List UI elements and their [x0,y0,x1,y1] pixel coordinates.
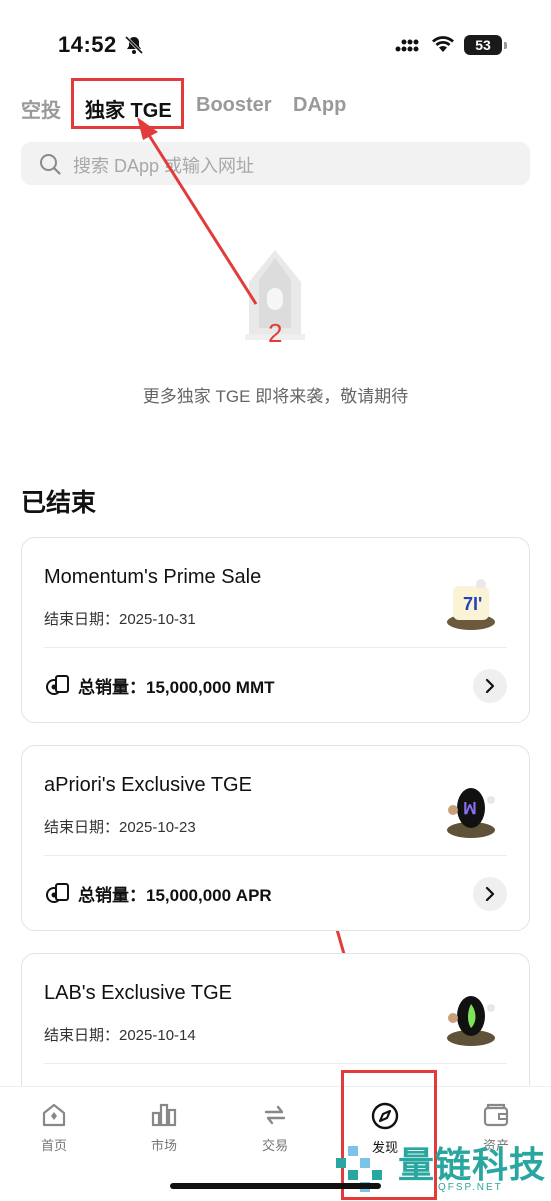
watermark-text: 量链科技 [398,1144,547,1185]
chevron-right-icon [485,886,495,902]
nav-label: 首页 [40,1138,67,1153]
search-input[interactable]: 搜索 DApp 或输入网址 [73,152,254,178]
svg-text:ꟽ: ꟽ [463,801,477,818]
tge-card[interactable]: aPriori's Exclusive TGE 结束日期：2025-10-23 … [21,745,530,931]
card-total-sales: 总销量：15,000,000 APR [78,886,272,905]
card-end-date: 结束日期：2025-10-14 [44,1027,196,1044]
apriori-logo-icon: ꟽ [447,788,495,838]
wifi-icon [432,36,454,52]
card-title: LAB's Exclusive TGE [44,982,232,1004]
nav-label: 市场 [150,1138,177,1153]
status-time: 14:52 [58,32,117,57]
card-end-date: 结束日期：2025-10-23 [44,819,196,836]
card-title: aPriori's Exclusive TGE [44,774,252,796]
tab-airdrop[interactable]: 空投 [21,94,61,123]
home-icon [42,1103,66,1127]
tge-card[interactable]: Momentum's Prime Sale 结束日期：2025-10-31 7I… [21,537,530,723]
nav-item-trade[interactable]: 交易 [235,1101,315,1154]
chevron-right-icon [485,678,495,694]
tab-booster[interactable]: Booster [196,94,272,117]
nav-label: 交易 [261,1138,288,1153]
trade-icon [264,1105,286,1125]
bell-muted-icon [124,35,144,55]
annotation-box-tab [71,78,184,129]
card-end-date: 结束日期：2025-10-31 [44,611,196,628]
section-title-ended: 已结束 [21,489,97,517]
home-indicator [170,1183,381,1189]
card-total-sales: 总销量：15,000,000 MMT [78,678,275,697]
status-bar: 14:52 53 [0,0,551,80]
signal-icon [395,39,419,52]
nav-item-market[interactable]: 市场 [124,1101,204,1154]
sales-icon [46,675,69,695]
tab-dapp[interactable]: DApp [293,94,346,117]
battery-indicator: 53 [464,35,507,55]
card-title: Momentum's Prime Sale [44,566,262,588]
card-divider [44,855,507,856]
watermark-subtext: QFSP.NET [438,1182,503,1193]
card-divider [44,647,507,648]
annotation-label-2: 2 [268,318,283,348]
card-detail-button[interactable] [473,877,507,911]
card-divider [44,1063,507,1064]
search-icon [40,154,61,175]
wallet-icon [483,1103,509,1127]
card-detail-button[interactable] [473,669,507,703]
empty-state-text: 更多独家 TGE 即将来袭，敬请期待 [142,387,409,406]
lab-logo-icon [447,996,495,1046]
nav-item-home[interactable]: 首页 [14,1101,94,1154]
svg-text:7I': 7I' [463,594,482,614]
momentum-logo-icon: 7I' [447,579,495,630]
market-icon [151,1103,177,1127]
sales-icon [46,883,69,903]
search-bar[interactable]: 搜索 DApp 或输入网址 [21,142,530,185]
